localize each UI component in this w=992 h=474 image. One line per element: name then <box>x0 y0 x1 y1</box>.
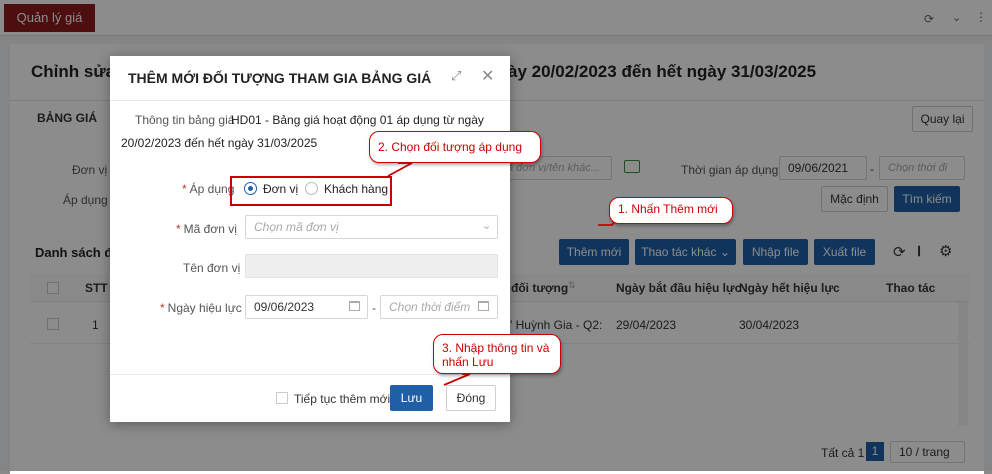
callout-step3-line1: 3. Nhập thông tin và <box>442 341 550 355</box>
arrow-step3 <box>443 373 471 386</box>
callout-step1: 1. Nhấn Thêm mới <box>609 197 733 224</box>
callout-arrows <box>387 162 626 386</box>
callout-step2: 2. Chọn đối tượng áp dụng <box>369 131 541 163</box>
arrow-step2 <box>387 162 413 177</box>
callout-step3-line2: nhấn Lưu <box>442 355 494 369</box>
callout-step3: 3. Nhập thông tin và nhấn Lưu <box>433 334 561 374</box>
